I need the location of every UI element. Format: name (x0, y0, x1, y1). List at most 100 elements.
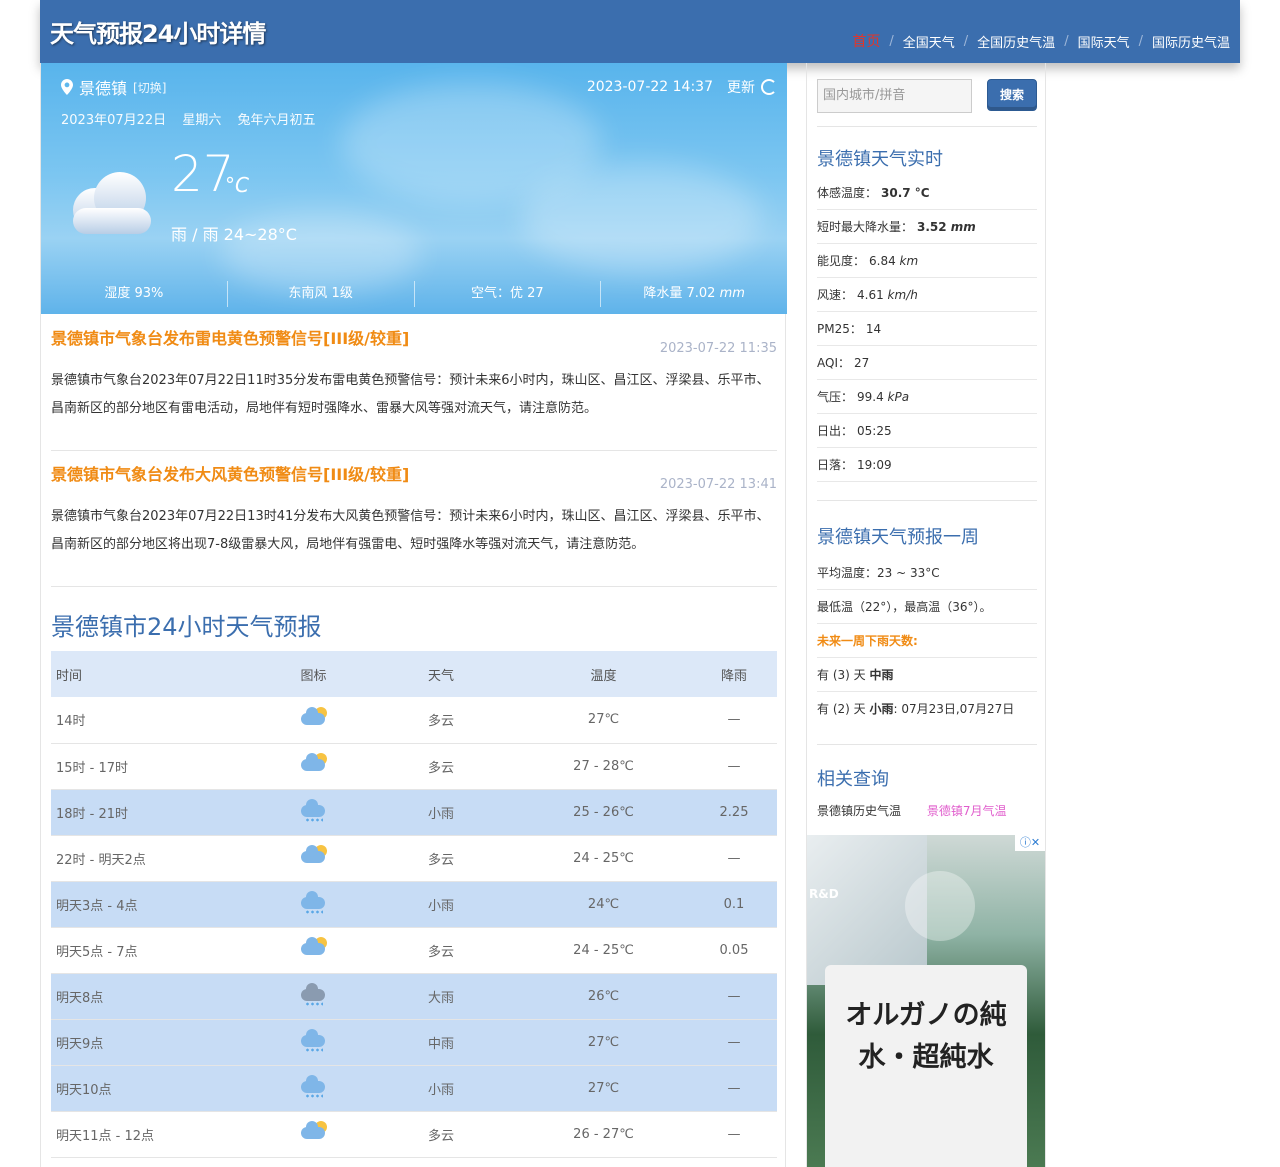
refresh-icon[interactable] (761, 79, 777, 95)
cell-weather: 多云 (366, 1111, 516, 1158)
partly-cloudy-icon (299, 706, 329, 729)
cell-temp: 25 - 26℃ (516, 789, 691, 836)
weather-description: 雨 / 雨 24~28°C (171, 225, 297, 244)
realtime-unit: °C (910, 186, 930, 200)
related-link-history[interactable]: 景德镇历史气温 (817, 804, 901, 818)
realtime-value: 6.84 (869, 254, 896, 268)
rain-type: 小雨 (869, 702, 894, 716)
realtime-value: 05:25 (857, 424, 892, 438)
weather-stats: 湿度 93% 东南风 1级 空气：优 27 降水量 7.02 mm (41, 281, 787, 307)
nav-national-weather[interactable]: 全国天气 (903, 32, 955, 51)
ad-close-icon[interactable]: ⓘ✕ (1015, 835, 1045, 851)
nav-international-weather[interactable]: 国际天气 (1078, 32, 1130, 51)
cell-rain: — (691, 1019, 777, 1066)
divider (817, 126, 1037, 127)
nav-separator: / (1138, 33, 1143, 49)
table-row: 22时 - 明天2点 多云 24 - 25℃ — (51, 835, 777, 882)
rain-days-title: 未来一周下雨天数: (817, 624, 1037, 658)
realtime-value: 27 (853, 356, 870, 370)
nav-separator: / (889, 33, 894, 49)
cell-temp: 27℃ (516, 697, 691, 744)
table-row: 明天11点 - 12点 多云 26 - 27℃ — (51, 1111, 777, 1158)
table-row: 明天5点 - 7点 多云 24 - 25℃ 0.05 (51, 927, 777, 974)
cell-weather: 小雨 (366, 789, 516, 836)
related-links: 景德镇历史气温 景德镇7月气温 (817, 802, 1028, 819)
cell-temp: 27 - 28℃ (516, 743, 691, 790)
cell-rain: — (691, 973, 777, 1020)
ad-text: オルガノの純水・超純水 (845, 1000, 1007, 1073)
light-rain-icon (299, 1075, 329, 1098)
cell-weather: 多云 (366, 835, 516, 882)
weather-icon-cell (261, 927, 366, 974)
ad-bubble (905, 871, 975, 941)
table-header-row: 时间 图标 天气 温度 降雨 (51, 651, 777, 697)
nav-international-history[interactable]: 国际历史气温 (1152, 32, 1230, 51)
realtime-row: 日出： 05:25 (817, 414, 1037, 448)
update-link[interactable]: 更新 (727, 77, 755, 97)
realtime-label: 风速： (817, 288, 854, 302)
divider (817, 744, 1037, 745)
advertisement[interactable]: R&D ⓘ✕ オルガノの純水・超純水 (807, 835, 1045, 1167)
realtime-value: 30.7 (881, 186, 911, 200)
cell-time: 明天8点 (51, 973, 261, 1020)
cell-weather: 中雨 (366, 1019, 516, 1066)
cell-rain: — (691, 1111, 777, 1158)
realtime-value: 14 (865, 322, 882, 336)
partly-cloudy-icon (299, 1121, 329, 1143)
cell-temp: 26℃ (516, 973, 691, 1020)
realtime-label: 日出： (817, 424, 854, 438)
table-row: 明天8点 大雨 26℃ — (51, 973, 777, 1020)
precipitation-unit: mm (719, 286, 745, 301)
warning-text: 景德镇市气象台2023年07月22日13时41分发布大风黄色预警信号：预计未来6… (51, 509, 770, 552)
nav-home[interactable]: 首页 (852, 31, 880, 51)
air-quality: 空气：优 27 (415, 281, 602, 307)
cell-temp: 24 - 25℃ (516, 835, 691, 882)
realtime-row: 体感温度： 30.7 °C (817, 176, 1037, 210)
warning-time: 2023-07-22 11:35 (659, 341, 777, 356)
cell-time: 18时 - 21时 (51, 789, 261, 836)
warning-text: 景德镇市气象台2023年07月22日11时35分发布雷电黄色预警信号：预计未来6… (51, 373, 770, 416)
weather-icon-cell (261, 881, 366, 928)
weather-icon-cell (261, 1019, 366, 1066)
site-title[interactable]: 天气预报24小时详情 (50, 14, 266, 49)
weather-icon-cell (261, 973, 366, 1020)
related-title: 相关查询 (817, 769, 889, 790)
realtime-unit: km/h (883, 288, 918, 302)
realtime-row: PM25： 14 (817, 312, 1037, 346)
cell-time: 明天5点 - 7点 (51, 927, 261, 974)
cell-weather: 小雨 (366, 1065, 516, 1112)
rain-days-count: 有 (2) 天 (817, 702, 870, 716)
current-datetime: 2023-07-22 14:37 (586, 79, 713, 95)
lunar-date: 兔年六月初五 (237, 113, 316, 128)
light-rain-icon (299, 799, 329, 822)
cell-time: 14时 (51, 697, 261, 744)
cell-rain: — (691, 743, 777, 790)
cell-weather: 多云 (366, 743, 516, 790)
cell-rain: 2.25 (691, 789, 777, 836)
main-column: 景德镇 [切换] 2023-07-22 14:37 更新 2023年07月22日… (40, 63, 787, 1167)
search-button[interactable]: 搜索 (987, 79, 1037, 111)
city-name: 景德镇 (79, 79, 128, 98)
realtime-label: 体感温度： (817, 186, 878, 200)
date-line: 2023年07月22日 星期六 兔年六月初五 (61, 109, 327, 128)
cell-temp: 26 - 27℃ (516, 1111, 691, 1158)
realtime-value: 3.52 (917, 220, 947, 234)
nav-national-history[interactable]: 全国历史气温 (977, 32, 1055, 51)
related-link-july[interactable]: 景德镇7月气温 (927, 804, 1007, 818)
cell-time: 明天11点 - 12点 (51, 1111, 261, 1158)
light-rain-icon (299, 891, 329, 914)
cell-rain: 0.1 (691, 881, 777, 928)
cell-time: 明天9点 (51, 1019, 261, 1066)
realtime-label: AQI： (817, 356, 850, 370)
search-input[interactable]: 国内城市/拼音 (817, 79, 972, 113)
page: 天气预报24小时详情 首页 / 全国天气 / 全国历史气温 / 国际天气 / 国… (0, 0, 1280, 1167)
realtime-row: 能见度： 6.84 km (817, 244, 1037, 278)
update-time: 2023-07-22 14:37 更新 (587, 77, 777, 97)
table-row: 明天10点 小雨 27℃ — (51, 1065, 777, 1112)
table-row: 15时 - 17时 多云 27 - 28℃ — (51, 743, 777, 790)
col-weather: 天气 (366, 651, 516, 697)
ad-card[interactable]: オルガノの純水・超純水 (825, 965, 1027, 1167)
col-temp: 温度 (516, 651, 691, 697)
nav-separator: / (1064, 33, 1069, 49)
switch-city-link[interactable]: [切换] (133, 79, 166, 96)
